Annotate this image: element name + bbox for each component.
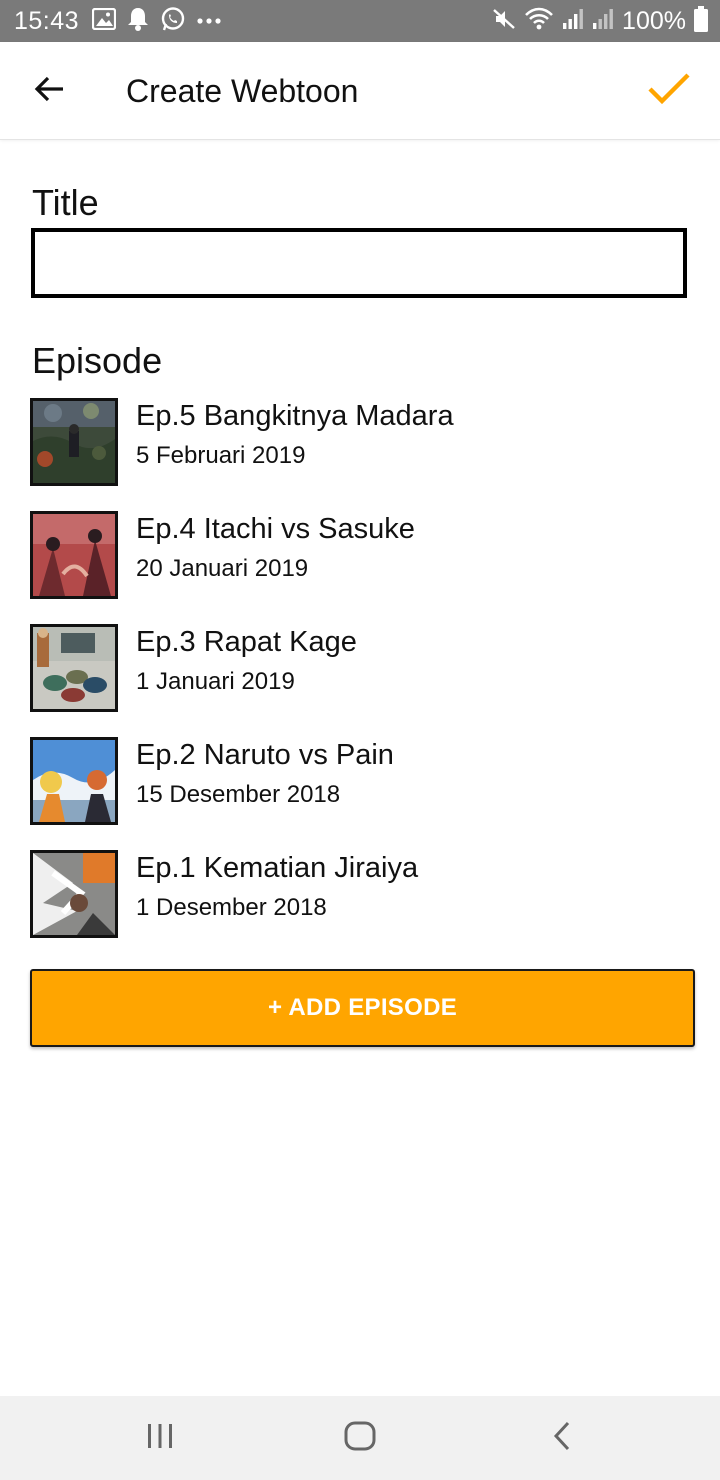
episode-title: Ep.4 Itachi vs Sasuke <box>136 513 415 545</box>
episode-thumbnail <box>30 850 118 938</box>
more-dots-icon <box>196 12 222 30</box>
episode-label: Episode <box>32 340 163 381</box>
episode-item[interactable]: Ep.2 Naruto vs Pain 15 Desember 2018 <box>30 737 690 850</box>
episode-item[interactable]: Ep.4 Itachi vs Sasuke 20 Januari 2019 <box>30 511 690 624</box>
recents-icon <box>146 1423 174 1454</box>
app-bar: Create Webtoon <box>0 42 720 140</box>
page-title: Create Webtoon <box>126 73 359 109</box>
status-time: 15:43 <box>14 7 80 35</box>
arrow-left-icon <box>33 75 65 108</box>
home-button[interactable] <box>335 1416 385 1460</box>
episode-date: 15 Desember 2018 <box>136 781 341 808</box>
episode-thumbnail <box>30 398 118 486</box>
whatsapp-icon <box>160 6 186 37</box>
episode-title: Ep.3 Rapat Kage <box>136 626 357 658</box>
episode-list: Ep.5 Bangkitnya Madara 5 Februari 2019 E… <box>30 398 690 963</box>
episode-date: 1 Januari 2019 <box>136 668 295 695</box>
episode-item[interactable]: Ep.5 Bangkitnya Madara 5 Februari 2019 <box>30 398 690 511</box>
episode-thumbnail <box>30 737 118 825</box>
episode-thumbnail <box>30 624 118 712</box>
episode-title: Ep.2 Naruto vs Pain <box>136 739 394 771</box>
status-right-icons: 100% <box>492 5 708 37</box>
episode-date: 1 Desember 2018 <box>136 894 327 921</box>
status-bar: 15:43 100% <box>0 0 720 42</box>
status-left-icons <box>91 6 222 37</box>
signal-icon <box>562 8 584 35</box>
home-icon <box>344 1421 376 1456</box>
title-input[interactable] <box>31 228 687 298</box>
back-chevron-icon <box>552 1421 572 1456</box>
check-icon <box>647 72 691 111</box>
battery-percent: 100% <box>622 6 686 35</box>
title-label: Title <box>32 182 99 223</box>
mute-icon <box>492 7 516 36</box>
confirm-button[interactable] <box>642 64 696 118</box>
episode-date: 5 Februari 2019 <box>136 442 306 469</box>
episode-date: 20 Januari 2019 <box>136 555 309 582</box>
recents-button[interactable] <box>135 1416 185 1460</box>
episode-title: Ep.5 Bangkitnya Madara <box>136 400 454 432</box>
image-icon <box>91 7 117 35</box>
signal-icon <box>592 8 614 35</box>
notification-bell-icon <box>126 6 150 37</box>
wifi-icon <box>524 7 554 36</box>
nav-back-button[interactable] <box>537 1416 587 1460</box>
back-button[interactable] <box>24 66 74 116</box>
add-episode-button[interactable]: + ADD EPISODE <box>30 969 695 1047</box>
episode-title: Ep.1 Kematian Jiraiya <box>136 852 419 884</box>
episode-thumbnail <box>30 511 118 599</box>
navigation-bar <box>0 1396 720 1480</box>
episode-item[interactable]: Ep.3 Rapat Kage 1 Januari 2019 <box>30 624 690 737</box>
episode-item[interactable]: Ep.1 Kematian Jiraiya 1 Desember 2018 <box>30 850 690 963</box>
battery-icon <box>694 5 708 37</box>
